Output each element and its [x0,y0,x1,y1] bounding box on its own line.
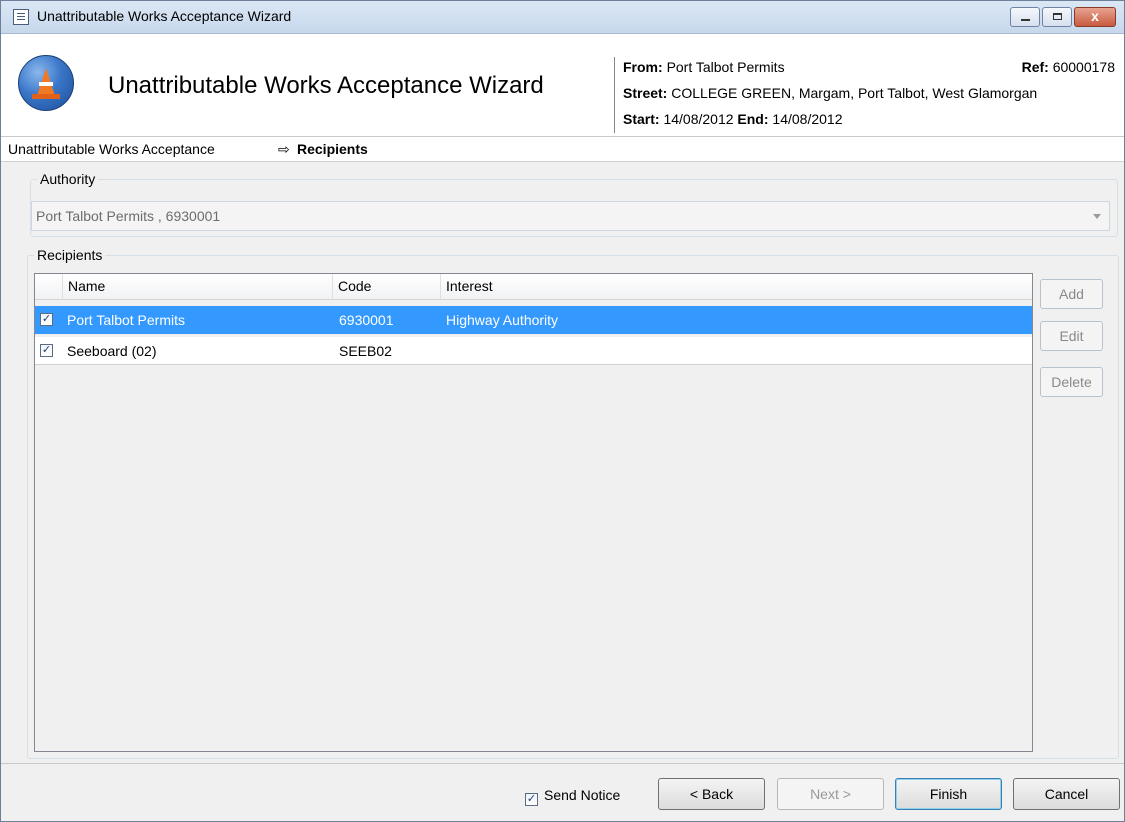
maximize-button[interactable] [1042,7,1072,27]
window-title: Unattributable Works Acceptance Wizard [37,8,292,24]
from-row: From: Port Talbot Permits [623,59,785,79]
edit-button[interactable]: Edit [1040,321,1103,351]
breadcrumb-step: Unattributable Works Acceptance [8,141,215,157]
row-code: SEEB02 [339,343,392,359]
authority-select[interactable]: Port Talbot Permits , 6930001 [31,201,1110,231]
end-value: 14/08/2012 [772,111,843,127]
next-button[interactable]: Next > [777,778,884,810]
list-header: Name Code Interest [35,274,1032,300]
from-value: Port Talbot Permits [666,59,785,75]
table-row[interactable]: ✓ Port Talbot Permits 6930001 Highway Au… [35,306,1032,334]
window-icon [13,9,29,25]
row-checkbox[interactable]: ✓ [40,313,53,326]
traffic-cone-logo-icon [18,55,74,111]
dates-row: Start: 14/08/2012 End: 14/08/2012 [623,111,843,131]
start-label: Start: [623,111,660,127]
wizard-title: Unattributable Works Acceptance Wizard [108,72,544,99]
column-check[interactable] [35,274,63,299]
finish-button[interactable]: Finish [895,778,1002,810]
column-code[interactable]: Code [333,274,441,299]
from-label: From: [623,59,663,75]
close-button[interactable]: x [1074,7,1116,27]
ref-row: Ref: 60000178 [1022,59,1115,75]
title-bar[interactable]: Unattributable Works Acceptance Wizard x [1,1,1124,34]
delete-button[interactable]: Delete [1040,367,1103,397]
row-name: Port Talbot Permits [67,312,186,328]
add-button[interactable]: Add [1040,279,1103,309]
ref-value: 60000178 [1052,59,1115,75]
chevron-down-icon [1093,214,1101,219]
window-controls: x [1010,7,1116,27]
works-info-panel: From: Port Talbot Permits Ref: 60000178 … [614,57,1124,133]
row-interest: Highway Authority [446,312,559,328]
row-name: Seeboard (02) [67,343,157,359]
breadcrumb: Unattributable Works Acceptance ⇨ Recipi… [1,137,1124,162]
row-checkbox[interactable]: ✓ [40,344,53,357]
column-name[interactable]: Name [63,274,333,299]
end-label: End: [737,111,769,127]
column-interest[interactable]: Interest [441,274,1032,299]
street-label: Street: [623,85,668,101]
wizard-footer: ✓ Send Notice < Back Next > Finish Cancel [1,763,1124,821]
wizard-window: Unattributable Works Acceptance Wizard x… [0,0,1125,822]
send-notice-checkbox[interactable]: ✓ Send Notice [525,787,620,806]
back-button[interactable]: < Back [658,778,765,810]
send-notice-label: Send Notice [544,787,621,803]
table-row[interactable]: ✓ Seeboard (02) SEEB02 [35,337,1032,365]
authority-value: Port Talbot Permits , 6930001 [36,208,221,224]
recipients-legend: Recipients [37,247,103,263]
maximize-icon [1053,13,1062,20]
breadcrumb-current: Recipients [297,141,368,157]
ref-label: Ref: [1021,59,1049,75]
minimize-icon [1021,19,1030,21]
street-value: COLLEGE GREEN, Margam, Port Talbot, West… [671,85,1038,101]
minimize-button[interactable] [1010,7,1040,27]
close-icon: x [1091,8,1099,24]
authority-legend: Authority [40,171,96,187]
street-row: Street: COLLEGE GREEN, Margam, Port Talb… [623,85,1037,105]
breadcrumb-arrow-icon: ⇨ [278,141,290,157]
row-code: 6930001 [339,312,394,328]
send-notice-check-icon[interactable]: ✓ [525,793,538,806]
recipients-list[interactable]: Name Code Interest ✓ Port Talbot Permits… [34,273,1033,752]
start-value: 14/08/2012 [663,111,734,127]
cancel-button[interactable]: Cancel [1013,778,1120,810]
